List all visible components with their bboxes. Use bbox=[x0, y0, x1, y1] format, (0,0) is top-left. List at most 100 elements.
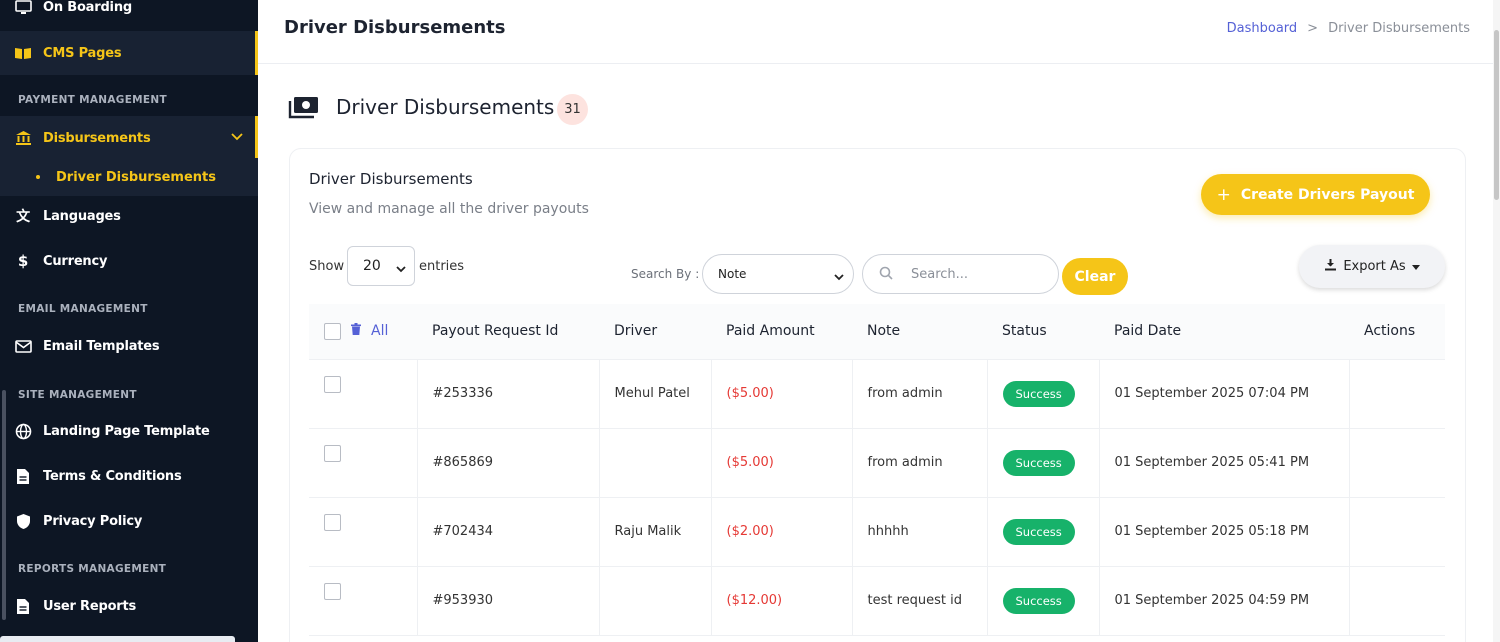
sidebar-item-user-reports[interactable]: User Reports bbox=[0, 584, 258, 628]
driver-cell bbox=[599, 428, 712, 498]
dollar-icon: $ bbox=[17, 252, 29, 270]
row-checkbox[interactable] bbox=[324, 375, 341, 393]
row-select-cell bbox=[309, 566, 418, 636]
row-checkbox[interactable] bbox=[324, 444, 341, 462]
sidebar-item-landing-page[interactable]: Landing Page Template bbox=[0, 409, 258, 453]
sidebar-item-label: Languages bbox=[43, 208, 121, 224]
sidebar-item-label: CMS Pages bbox=[43, 45, 122, 61]
document-icon bbox=[14, 467, 32, 485]
driver-cell bbox=[599, 566, 712, 636]
search-input[interactable] bbox=[911, 266, 1041, 282]
payout-id-cell: #253336 bbox=[417, 359, 600, 429]
sidebar-scrollbar[interactable] bbox=[2, 390, 6, 620]
export-label: Export As bbox=[1343, 259, 1406, 274]
driver-cell: Raju Malik bbox=[599, 497, 712, 567]
disbursements-table-wrapper: All Payout Request Id Driver Paid Amount… bbox=[309, 304, 1445, 636]
status-badge: Success bbox=[1002, 449, 1075, 476]
sidebar-item-label: User Reports bbox=[43, 598, 137, 614]
column-header-paid-amount[interactable]: Paid Amount bbox=[711, 304, 852, 360]
shield-icon bbox=[14, 512, 32, 530]
sidebar-item-terms[interactable]: Terms & Conditions bbox=[0, 454, 258, 498]
sidebar-item-label: Currency bbox=[43, 253, 108, 269]
table-header-row: All Payout Request Id Driver Paid Amount… bbox=[309, 304, 1445, 360]
envelope-icon bbox=[14, 337, 32, 355]
all-label[interactable]: All bbox=[371, 323, 388, 339]
sidebar-item-onboarding[interactable]: On Boarding bbox=[0, 0, 258, 29]
sidebar-subitem-driver-disbursements[interactable]: Driver Disbursements bbox=[0, 158, 258, 196]
chevron-down-icon bbox=[231, 130, 243, 145]
sidebar-item-languages[interactable]: 文 Languages bbox=[0, 194, 258, 238]
actions-cell bbox=[1349, 359, 1445, 429]
sidebar-item-label: Privacy Policy bbox=[43, 513, 143, 529]
paid-date-cell: 01 September 2025 05:18 PM bbox=[1099, 497, 1350, 567]
payout-id-cell: #865869 bbox=[417, 428, 600, 498]
trash-icon[interactable] bbox=[351, 323, 361, 339]
chevron-down-icon bbox=[396, 261, 406, 277]
section-heading-email: EMAIL MANAGEMENT bbox=[18, 303, 148, 315]
table-row: #953930 ($12.00) test request id Success… bbox=[309, 566, 1445, 636]
status-badge: Success bbox=[1002, 380, 1075, 407]
create-drivers-payout-button[interactable]: + Create Drivers Payout bbox=[1201, 174, 1430, 215]
sidebar-item-disbursements[interactable]: Disbursements bbox=[0, 116, 258, 160]
bullet-icon bbox=[36, 175, 40, 179]
monitor-icon bbox=[14, 0, 32, 16]
create-button-label: Create Drivers Payout bbox=[1240, 186, 1415, 203]
row-checkbox[interactable] bbox=[324, 513, 341, 531]
status-cell: Success bbox=[987, 497, 1100, 567]
section-heading-reports: REPORTS MANAGEMENT bbox=[18, 563, 167, 575]
select-all-header: All bbox=[309, 304, 417, 360]
show-label: Show bbox=[309, 259, 345, 274]
row-select-cell bbox=[309, 428, 418, 498]
export-as-button[interactable]: Export As bbox=[1299, 245, 1445, 288]
sidebar-item-email-templates[interactable]: Email Templates bbox=[0, 324, 258, 368]
search-box[interactable] bbox=[862, 254, 1059, 294]
note-cell: from admin bbox=[852, 428, 988, 498]
globe-icon bbox=[14, 422, 32, 440]
count-badge: 31 bbox=[557, 94, 588, 125]
page-scrollbar-thumb[interactable] bbox=[1494, 30, 1499, 200]
table-row: #865869 ($5.00) from admin Success 01 Se… bbox=[309, 428, 1445, 498]
column-header-driver[interactable]: Driver bbox=[599, 304, 711, 360]
entries-per-page-select[interactable]: 20 bbox=[347, 246, 415, 286]
payout-id-cell: #702434 bbox=[417, 497, 600, 567]
search-by-value: Note bbox=[718, 267, 747, 281]
paid-amount-cell: ($5.00) bbox=[711, 359, 853, 429]
card-title: Driver Disbursements bbox=[309, 170, 473, 188]
status-cell: Success bbox=[987, 428, 1100, 498]
section-heading-site: SITE MANAGEMENT bbox=[18, 389, 137, 401]
sidebar-item-label: Email Templates bbox=[43, 338, 160, 354]
breadcrumb: Dashboard > Driver Disbursements bbox=[1227, 21, 1470, 36]
entries-label: entries bbox=[419, 259, 465, 274]
page-scrollbar[interactable] bbox=[1493, 0, 1500, 642]
sidebar-bottom-strip bbox=[0, 636, 235, 642]
sidebar-item-privacy[interactable]: Privacy Policy bbox=[0, 499, 258, 543]
breadcrumb-separator: > bbox=[1307, 21, 1319, 36]
column-header-paid-date[interactable]: Paid Date bbox=[1099, 304, 1349, 360]
select-all-checkbox[interactable] bbox=[324, 322, 341, 340]
sidebar-item-label: Terms & Conditions bbox=[43, 468, 182, 484]
paid-amount-cell: ($2.00) bbox=[711, 497, 853, 567]
breadcrumb-dashboard-link[interactable]: Dashboard bbox=[1227, 21, 1298, 36]
paid-amount-cell: ($5.00) bbox=[711, 428, 853, 498]
paid-date-cell: 01 September 2025 05:41 PM bbox=[1099, 428, 1350, 498]
sidebar-item-currency[interactable]: $ Currency bbox=[0, 239, 258, 283]
plus-icon: + bbox=[1216, 184, 1231, 205]
status-cell: Success bbox=[987, 359, 1100, 429]
status-cell: Success bbox=[987, 566, 1100, 636]
row-select-cell bbox=[309, 359, 418, 429]
caret-down-icon bbox=[1411, 259, 1420, 274]
report-icon bbox=[14, 597, 32, 615]
search-by-select[interactable]: Note bbox=[702, 254, 854, 294]
sidebar-item-cms-pages[interactable]: CMS Pages bbox=[0, 31, 258, 75]
table-row: #253336 Mehul Patel ($5.00) from admin S… bbox=[309, 359, 1445, 429]
column-header-payout-id[interactable]: Payout Request Id bbox=[417, 304, 599, 360]
translate-icon: 文 bbox=[16, 209, 30, 225]
paid-amount-cell: ($12.00) bbox=[711, 566, 853, 636]
row-checkbox[interactable] bbox=[324, 582, 341, 600]
note-cell: from admin bbox=[852, 359, 988, 429]
column-header-note[interactable]: Note bbox=[852, 304, 987, 360]
page-title: Driver Disbursements bbox=[336, 95, 555, 119]
column-header-status[interactable]: Status bbox=[987, 304, 1099, 360]
page-header-title: Driver Disbursements bbox=[284, 17, 506, 38]
clear-button[interactable]: Clear bbox=[1062, 258, 1128, 295]
